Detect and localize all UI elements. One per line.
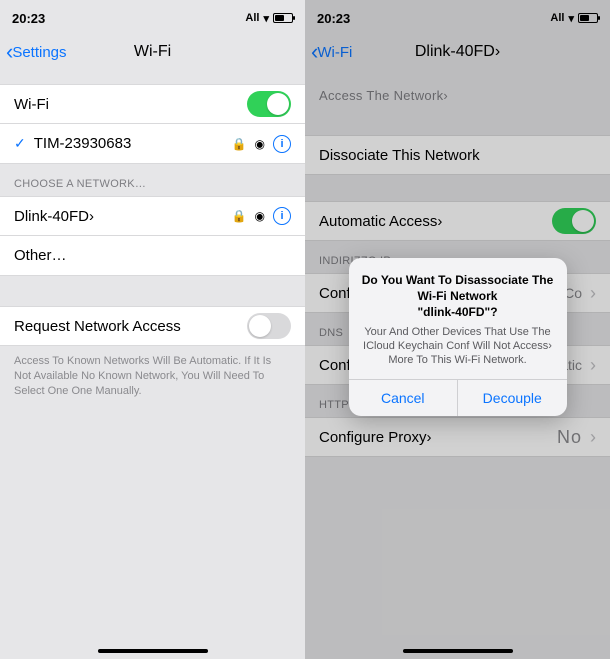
network-name: Dlink-40FD›: [14, 208, 94, 225]
back-button[interactable]: ‹ Settings: [6, 41, 67, 63]
connected-network-row[interactable]: ✓ TIM-23930683 🔒 ◉ i: [0, 124, 305, 164]
lock-icon: 🔒: [232, 137, 247, 151]
lock-icon: 🔒: [232, 209, 247, 223]
nav-bar: ‹ Settings Wi-Fi: [0, 30, 305, 74]
choose-network-label: CHOOSE A NETWORK…: [0, 164, 305, 196]
back-label: Settings: [12, 44, 66, 61]
info-icon[interactable]: i: [273, 207, 291, 225]
wifi-icon: ▾: [263, 12, 269, 25]
nav-title: Wi-Fi: [134, 43, 171, 61]
phone-left: 20:23 All ▾ ‹ Settings Wi-Fi Wi-Fi ✓ TIM…: [0, 0, 305, 659]
decouple-button[interactable]: Decouple: [457, 380, 567, 416]
connected-network-name: TIM-23930683: [34, 135, 132, 152]
other-network-row[interactable]: Other…: [0, 236, 305, 276]
checkmark-icon: ✓: [14, 135, 26, 152]
request-access-row[interactable]: Request Network Access: [0, 306, 305, 346]
network-row[interactable]: Dlink-40FD› 🔒 ◉ i: [0, 196, 305, 236]
dialog-body: Your And Other Devices That Use The IClo…: [361, 325, 555, 368]
wifi-toggle-label: Wi-Fi: [14, 96, 49, 113]
status-time: 20:23: [12, 11, 45, 26]
phone-right: 20:23 All ▾ ‹ Wi-Fi Dlink-40FD› Access T…: [305, 0, 610, 659]
status-carrier: All: [245, 12, 259, 24]
wifi-toggle-row[interactable]: Wi-Fi: [0, 84, 305, 124]
info-icon[interactable]: i: [273, 135, 291, 153]
other-label: Other…: [14, 247, 67, 264]
status-bar: 20:23 All ▾: [0, 0, 305, 30]
dialog-title-2: "dlink-40FD"?: [361, 304, 555, 320]
battery-icon: [273, 13, 293, 23]
confirm-dialog: Do You Want To Disassociate The Wi-Fi Ne…: [349, 258, 567, 416]
request-access-label: Request Network Access: [14, 318, 181, 335]
wifi-strength-icon: ◉: [255, 209, 265, 223]
footer-note: Access To Known Networks Will Be Automat…: [0, 346, 305, 399]
dialog-title-1: Do You Want To Disassociate The Wi-Fi Ne…: [361, 272, 555, 304]
request-access-toggle[interactable]: [247, 313, 291, 339]
wifi-strength-icon: ◉: [255, 137, 265, 151]
status-right: All ▾: [245, 12, 293, 25]
home-indicator: [98, 649, 208, 653]
wifi-toggle[interactable]: [247, 91, 291, 117]
cancel-button[interactable]: Cancel: [349, 380, 458, 416]
